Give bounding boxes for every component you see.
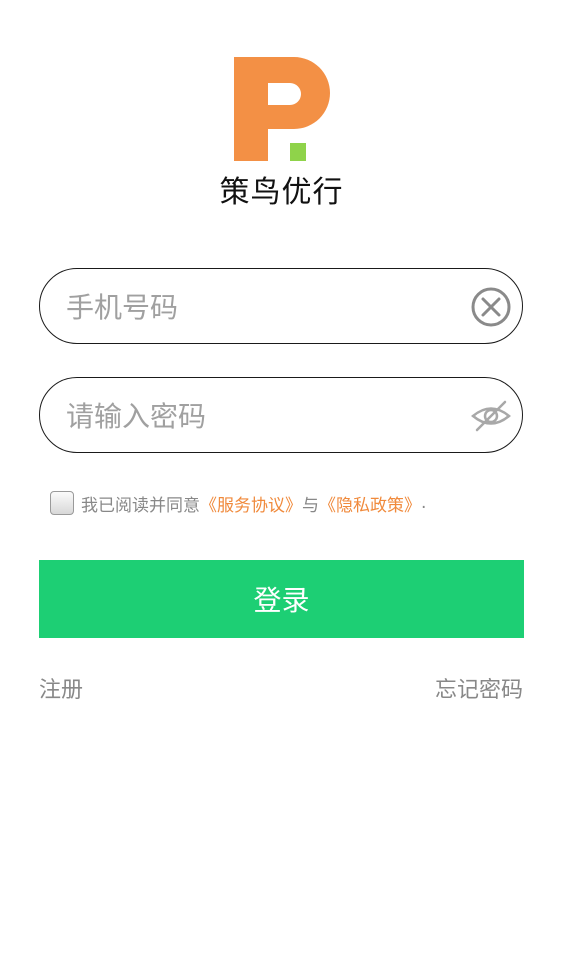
- register-link[interactable]: 注册: [39, 672, 83, 704]
- agreement-conjunction: 与: [302, 495, 319, 516]
- login-button[interactable]: 登录: [39, 560, 524, 638]
- agreement-prefix: 我已阅读并同意: [81, 495, 200, 516]
- agreement-row: 我已阅读并同意 《服务协议》 与 《隐私政策》 .: [50, 489, 426, 517]
- app-name: 策鸟优行: [219, 175, 344, 210]
- phone-field: [39, 268, 523, 345]
- app-logo-icon: [234, 57, 330, 161]
- phone-input[interactable]: [64, 269, 458, 345]
- password-field: [39, 377, 523, 454]
- logo-area: 策鸟优行: [0, 55, 563, 210]
- privacy-policy-link[interactable]: 《隐私政策》: [319, 491, 421, 516]
- clear-circle-icon[interactable]: [470, 286, 512, 328]
- service-agreement-link[interactable]: 《服务协议》: [200, 491, 302, 516]
- agreement-checkbox[interactable]: [50, 491, 74, 515]
- eye-hidden-icon[interactable]: [470, 395, 512, 437]
- password-input[interactable]: [64, 378, 458, 454]
- agreement-suffix: .: [421, 493, 427, 513]
- forgot-password-link[interactable]: 忘记密码: [435, 672, 523, 704]
